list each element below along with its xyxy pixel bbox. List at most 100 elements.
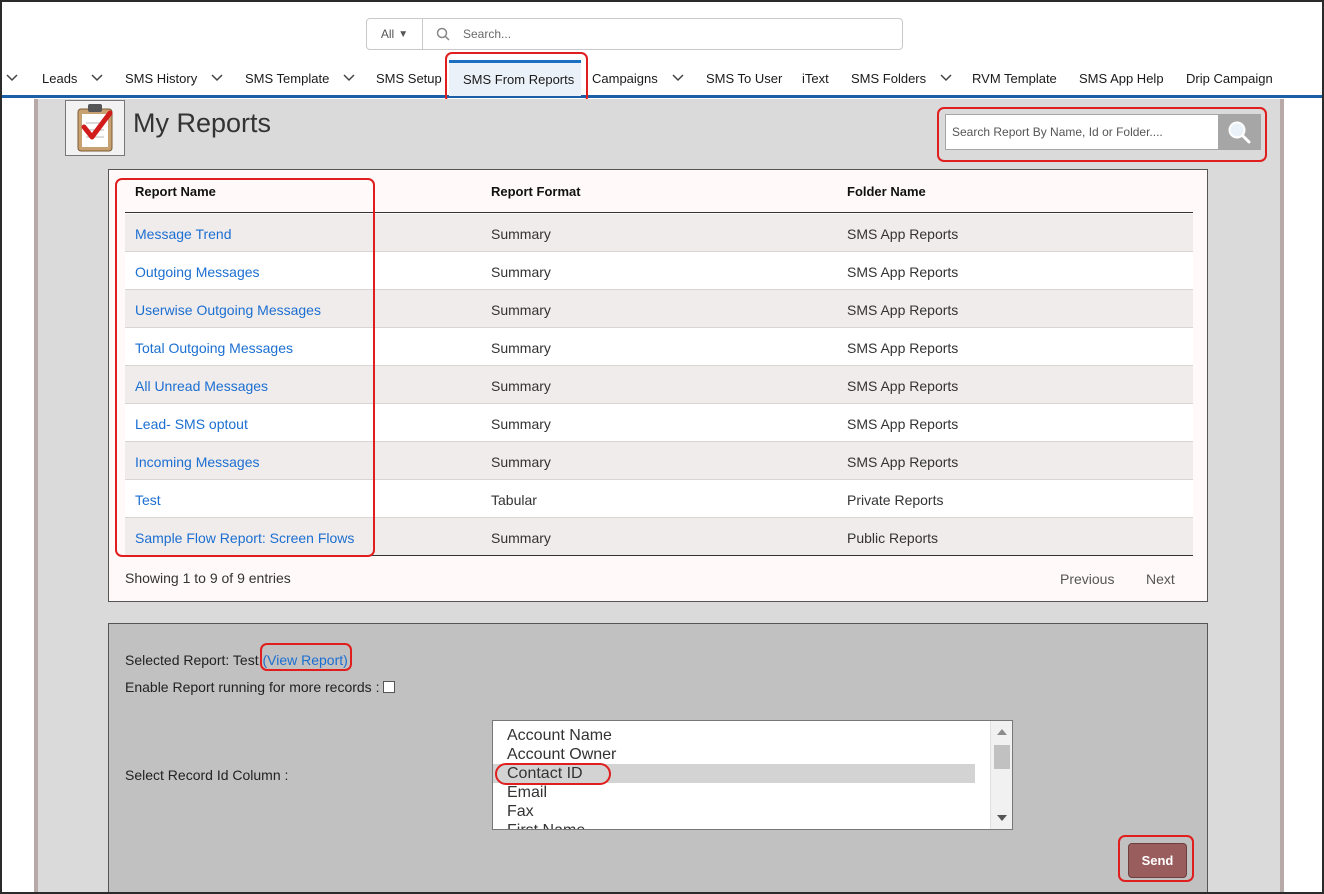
listbox-option[interactable]: Account Name <box>493 726 975 745</box>
nav-bar: Leads SMS History SMS Template SMS Setup… <box>2 60 1322 98</box>
report-format-cell: Summary <box>491 302 551 318</box>
record-id-column-label: Select Record Id Column : <box>125 767 289 783</box>
listbox-option-selected[interactable]: Contact ID <box>493 764 975 783</box>
report-name-link[interactable]: Message Trend <box>135 226 232 242</box>
listbox-scrollbar[interactable] <box>990 721 1012 829</box>
search-icon <box>423 19 463 49</box>
report-name-link[interactable]: Userwise Outgoing Messages <box>135 302 321 318</box>
chevron-down-icon[interactable] <box>343 74 355 82</box>
chevron-down-icon[interactable] <box>211 74 223 82</box>
column-header-folder-name[interactable]: Folder Name <box>847 184 926 199</box>
nav-tab-label: SMS Folders <box>851 70 927 86</box>
nav-tab-sms-from-reports[interactable]: SMS From Reports <box>449 60 581 96</box>
table-row[interactable]: All Unread Messages Summary SMS App Repo… <box>125 366 1193 404</box>
search-scope-label: All <box>380 27 395 41</box>
report-name-link[interactable]: Outgoing Messages <box>135 264 260 280</box>
caret-down-icon: ▼ <box>398 28 409 40</box>
nav-tab-label: Campaigns <box>592 70 658 86</box>
listbox-options: Account Name Account Owner Contact ID Em… <box>493 726 975 829</box>
report-format-cell: Summary <box>491 530 551 546</box>
report-name-link[interactable]: All Unread Messages <box>135 378 268 394</box>
nav-tab-sms-template[interactable]: SMS Template <box>245 60 355 96</box>
folder-name-cell: SMS App Reports <box>847 226 959 242</box>
table-row[interactable]: Message Trend Summary SMS App Reports <box>125 214 1193 252</box>
folder-name-cell: Public Reports <box>847 530 939 546</box>
report-format-cell: Tabular <box>491 492 537 508</box>
report-format-cell: Summary <box>491 416 551 432</box>
report-format-cell: Summary <box>491 340 551 356</box>
chevron-down-icon[interactable] <box>672 74 684 82</box>
report-format-cell: Summary <box>491 264 551 280</box>
nav-tab-label: SMS Setup <box>376 70 442 86</box>
nav-tab-leads[interactable]: Leads <box>42 60 103 96</box>
nav-tab-label: Leads <box>42 70 78 86</box>
page-title: My Reports <box>133 108 272 138</box>
table-row[interactable]: Userwise Outgoing Messages Summary SMS A… <box>125 290 1193 328</box>
search-scope-dropdown[interactable]: All ▼ <box>367 19 423 49</box>
app-window: All ▼ Leads SMS History SMS Template SMS… <box>0 0 1324 894</box>
report-name-link[interactable]: Incoming Messages <box>135 454 260 470</box>
enable-more-records-label: Enable Report running for more records : <box>125 679 380 695</box>
table-row[interactable]: Outgoing Messages Summary SMS App Report… <box>125 252 1193 290</box>
enable-more-records-row: Enable Report running for more records : <box>125 679 396 695</box>
nav-tab-itext[interactable]: iText <box>802 60 829 96</box>
nav-tab-campaigns[interactable]: Campaigns <box>592 60 684 96</box>
nav-tab-label: iText <box>802 70 829 86</box>
listbox-option[interactable]: Account Owner <box>493 745 975 764</box>
report-name-link[interactable]: Test <box>135 492 161 508</box>
listbox-option[interactable]: Fax <box>493 802 975 821</box>
search-icon <box>1228 121 1251 144</box>
chevron-down-icon[interactable] <box>91 74 103 82</box>
enable-more-records-checkbox[interactable] <box>383 681 396 693</box>
nav-tab-label: SMS Template <box>245 70 330 86</box>
nav-tab-sms-app-help[interactable]: SMS App Help <box>1079 60 1164 96</box>
send-button[interactable]: Send <box>1128 843 1187 878</box>
table-row[interactable]: Lead- SMS optout Summary SMS App Reports <box>125 404 1193 442</box>
clipboard-check-icon <box>65 100 125 156</box>
report-search-button[interactable] <box>1218 115 1260 149</box>
table-row[interactable]: Sample Flow Report: Screen Flows Summary… <box>125 518 1193 556</box>
report-search-input[interactable] <box>946 115 1218 149</box>
nav-tab-label: SMS From Reports <box>463 72 575 87</box>
view-report-link[interactable]: (View Report) <box>262 652 347 668</box>
reports-table-panel: Report Name Report Format Folder Name Me… <box>108 169 1208 602</box>
report-name-link[interactable]: Lead- SMS optout <box>135 416 248 432</box>
table-row[interactable]: Incoming Messages Summary SMS App Report… <box>125 442 1193 480</box>
table-row[interactable]: Total Outgoing Messages Summary SMS App … <box>125 328 1193 366</box>
nav-tab-label: SMS To User <box>706 70 783 86</box>
nav-tab-sms-history[interactable]: SMS History <box>125 60 223 96</box>
previous-page-button[interactable]: Previous <box>1060 571 1114 587</box>
nav-tab-sms-to-user[interactable]: SMS To User <box>706 60 782 96</box>
listbox-option[interactable]: Email <box>493 783 975 802</box>
chevron-down-icon <box>6 74 18 82</box>
scroll-down-arrow-icon[interactable] <box>997 815 1007 821</box>
global-search-bar: All ▼ <box>366 18 903 50</box>
column-header-report-name[interactable]: Report Name <box>135 184 216 199</box>
nav-tab-label: Drip Campaign <box>1186 70 1273 86</box>
nav-tab-label: SMS History <box>125 70 198 86</box>
nav-tab-sms-folders[interactable]: SMS Folders <box>851 60 952 96</box>
report-format-cell: Summary <box>491 226 551 242</box>
nav-overflow-chevron[interactable] <box>6 60 18 96</box>
report-name-link[interactable]: Total Outgoing Messages <box>135 340 293 356</box>
nav-tab-label: RVM Template <box>972 70 1057 86</box>
listbox-option[interactable]: First Name <box>493 821 975 829</box>
chevron-down-icon[interactable] <box>940 74 952 82</box>
table-row[interactable]: Test Tabular Private Reports <box>125 480 1193 518</box>
report-format-cell: Summary <box>491 454 551 470</box>
nav-tab-label: SMS App Help <box>1079 70 1164 86</box>
nav-tab-sms-setup[interactable]: SMS Setup <box>376 60 442 96</box>
nav-tab-rvm-template[interactable]: RVM Template <box>972 60 1057 96</box>
folder-name-cell: SMS App Reports <box>847 302 959 318</box>
record-id-column-listbox[interactable]: Account Name Account Owner Contact ID Em… <box>492 720 1013 830</box>
column-header-report-format[interactable]: Report Format <box>491 184 581 199</box>
folder-name-cell: SMS App Reports <box>847 340 959 356</box>
report-search-bar <box>945 114 1261 150</box>
global-search-input[interactable] <box>463 19 902 49</box>
scroll-thumb[interactable] <box>994 745 1010 769</box>
nav-tab-drip-campaign[interactable]: Drip Campaign <box>1186 60 1273 96</box>
scroll-up-arrow-icon[interactable] <box>997 729 1007 735</box>
report-name-link[interactable]: Sample Flow Report: Screen Flows <box>135 530 354 546</box>
next-page-button[interactable]: Next <box>1146 571 1175 587</box>
folder-name-cell: SMS App Reports <box>847 264 959 280</box>
